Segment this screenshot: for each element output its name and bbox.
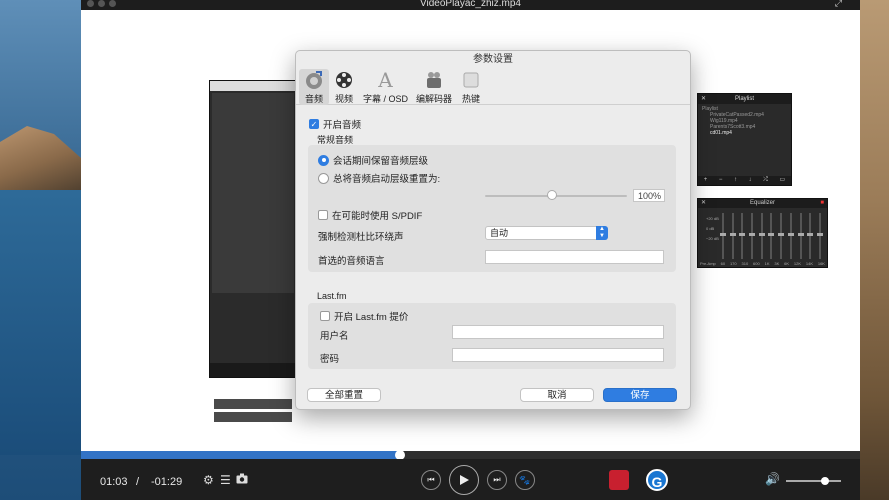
cancel-button[interactable]: 取消 — [520, 388, 594, 402]
tab-subtitles-osd[interactable]: A 字幕 / OSD — [359, 68, 412, 105]
playlist-view-button[interactable]: ▭ — [780, 176, 786, 185]
playlist-title: Playlist — [734, 96, 754, 102]
zoom-window-button[interactable] — [109, 0, 116, 7]
preferred-language-input[interactable] — [485, 250, 664, 264]
playlist-remove-button[interactable]: − — [719, 176, 723, 185]
codec-icon — [423, 69, 445, 91]
fullscreen-icon[interactable]: ⤢ — [835, 0, 842, 8]
tab-hotkeys[interactable]: 热键 — [456, 69, 486, 105]
password-input[interactable] — [452, 348, 664, 362]
preferences-dialog: 参数设置 音频 视频 A 字幕 / OSD 编解码器 热键 ✓ 开启音频 常规音… — [295, 50, 691, 410]
lastfm-group: 开启 Last.fm 提价 用户名 密码 — [308, 303, 676, 369]
previous-button[interactable]: ⏮ — [421, 470, 441, 490]
preferences-toolbar: 音频 视频 A 字幕 / OSD 编解码器 热键 — [296, 68, 690, 105]
username-label: 用户名 — [320, 331, 349, 342]
remaining-time: -01:29 — [151, 476, 183, 488]
checkmark-icon: ✓ — [309, 119, 319, 129]
enable-audio-checkbox[interactable]: ✓ 开启音频 — [309, 117, 361, 131]
paw-icon: 🐾 — [519, 474, 531, 485]
general-audio-group: 会话期间保留音频层级 总将音频启动层级重置为: 100% 在可能时使用 S/PD… — [308, 145, 676, 272]
app-logo-icon[interactable] — [609, 470, 629, 490]
select-arrows-icon: ▲ ▼ — [596, 226, 608, 240]
current-time: 01:03 — [100, 476, 128, 488]
dialog-title: 参数设置 — [473, 54, 513, 65]
player-titlebar: VideoPlayac_zhiz.mp4 ⤢ — [81, 0, 860, 10]
eq-label-zero: 0 dB — [706, 226, 715, 231]
playlist-panel: ✕ Playlist Playlist PrivateCatPassed2.mp4… — [697, 93, 792, 186]
eq-label-min: −20 dB — [706, 236, 719, 241]
paw-button[interactable]: 🐾 — [515, 470, 535, 490]
skip-back-icon: ⏮ — [427, 475, 435, 484]
spdif-checkbox[interactable]: 在可能时使用 S/PDIF — [318, 208, 422, 222]
lastfm-enable-checkbox[interactable]: 开启 Last.fm 提价 — [320, 309, 408, 323]
seek-bar-fill — [81, 451, 401, 459]
save-button[interactable]: 保存 — [603, 388, 677, 402]
eq-frequency-labels: Pre-Amp 60 170 310 600 1K 3K 6K 12K 14K 16K — [700, 261, 825, 266]
play-icon — [460, 475, 469, 485]
speaker-icon — [303, 69, 325, 91]
keyboard-icon — [460, 69, 482, 91]
force-surround-select[interactable]: 自动 ▲ ▼ — [485, 226, 608, 240]
gear-icon[interactable]: ⚙ — [203, 473, 214, 487]
g-app-icon[interactable]: G — [646, 469, 668, 491]
film-reel-icon — [333, 69, 355, 91]
next-button[interactable]: ⏭ — [487, 470, 507, 490]
embedded-screenshot-thumbnail — [209, 80, 297, 422]
volume-icon[interactable]: 🔊 — [765, 472, 780, 486]
window-title: VideoPlayac_zhiz.mp4 — [420, 0, 521, 9]
equalizer-title: Equalizer — [749, 200, 775, 206]
tab-audio[interactable]: 音频 — [299, 69, 329, 105]
playlist-down-button[interactable]: ↓ — [749, 176, 752, 185]
camera-icon[interactable] — [236, 473, 248, 487]
font-a-icon: A — [378, 68, 393, 92]
playlist-shuffle-button[interactable]: ⤮ — [763, 176, 768, 185]
preferred-language-label: 首选的音频语言 — [318, 256, 385, 267]
wallpaper-sea — [0, 175, 90, 455]
username-input[interactable] — [452, 325, 664, 339]
reset-all-button[interactable]: 全部重置 — [307, 388, 381, 402]
tab-codecs[interactable]: 编解码器 — [412, 69, 456, 105]
start-volume-value[interactable]: 100% — [633, 189, 665, 202]
player-control-bar: 01:03 / -01:29 ⚙ ☰ ⏮ ⏭ 🐾 G 🔊 — [81, 459, 860, 500]
minimize-window-button[interactable] — [98, 0, 105, 7]
volume-slider-knob[interactable] — [820, 477, 829, 485]
time-separator: / — [136, 476, 140, 488]
lastfm-heading: Last.fm — [317, 291, 347, 301]
play-button[interactable] — [449, 465, 479, 495]
keep-level-radio[interactable]: 会话期间保留音频层级 — [318, 153, 428, 167]
start-volume-slider-knob[interactable] — [546, 190, 557, 200]
force-surround-label: 强制检测杜比环绕声 — [318, 232, 404, 243]
seek-bar[interactable] — [81, 450, 860, 460]
skip-forward-icon: ⏭ — [493, 475, 501, 484]
reset-level-radio[interactable]: 总将音频启动层级重置为: — [318, 171, 440, 185]
playlist-add-button[interactable]: + — [704, 176, 708, 185]
playlist-item[interactable]: cd01.mp4 — [702, 130, 787, 136]
eq-sliders[interactable] — [720, 213, 823, 259]
volume-slider[interactable] — [786, 480, 841, 482]
playlist-up-button[interactable]: ↑ — [734, 176, 737, 185]
playlist-icon[interactable]: ☰ — [220, 473, 231, 487]
eq-label-max: +20 dB — [706, 216, 719, 221]
tab-video[interactable]: 视频 — [329, 69, 359, 105]
password-label: 密码 — [320, 354, 340, 365]
close-window-button[interactable] — [87, 0, 94, 7]
equalizer-panel: ✕ Equalizer ■ +20 dB 0 dB −20 dB Pre-Amp 60… — [697, 198, 828, 268]
window-controls — [87, 0, 116, 7]
